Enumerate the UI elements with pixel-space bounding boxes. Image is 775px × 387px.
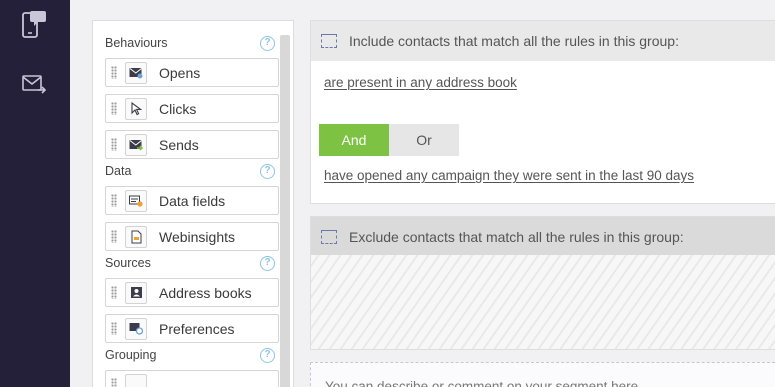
section-title: Data xyxy=(105,164,132,178)
item-label: Opens xyxy=(159,64,201,81)
item-label: Address books xyxy=(159,284,252,301)
email-send-icon xyxy=(22,75,47,94)
toggle-and-button[interactable]: And xyxy=(319,124,389,156)
drag-handle-icon[interactable] xyxy=(106,187,122,214)
palette-item-address-books[interactable]: Address books xyxy=(105,278,279,307)
palette-scrollbar[interactable] xyxy=(280,35,290,387)
help-icon[interactable]: ? xyxy=(260,36,275,51)
mobile-sms-icon xyxy=(22,11,46,38)
toggle-or-button[interactable]: Or xyxy=(389,124,459,156)
palette-item-data-fields[interactable]: Data fields xyxy=(105,186,279,215)
section-sources: Sources ? xyxy=(105,252,279,274)
drag-handle-icon[interactable] xyxy=(106,95,122,122)
help-icon[interactable]: ? xyxy=(260,256,275,271)
palette-item-sends[interactable]: Sends xyxy=(105,130,279,159)
section-title: Sources xyxy=(105,256,151,270)
rule-opened-campaign-link[interactable]: have opened any campaign they were sent … xyxy=(324,168,694,183)
exclude-group-header: Exclude contacts that match all the rule… xyxy=(311,217,775,257)
rule-palette: Behaviours ? Opens Clicks Sends Data ? D… xyxy=(92,20,294,387)
palette-item-webinsights[interactable]: Webinsights xyxy=(105,222,279,251)
item-label: Webinsights xyxy=(159,228,236,245)
email-send-icon xyxy=(125,133,147,156)
palette-item-opens[interactable]: Opens xyxy=(105,58,279,87)
include-group-title: Include contacts that match all the rule… xyxy=(349,33,679,49)
exclude-group-title: Exclude contacts that match all the rule… xyxy=(349,229,684,245)
help-icon[interactable]: ? xyxy=(260,164,275,179)
nav-sms-button[interactable] xyxy=(18,8,50,40)
address-book-icon xyxy=(125,281,147,304)
comment-placeholder: You can describe or comment on your segm… xyxy=(325,379,639,387)
segment-comment-box[interactable]: You can describe or comment on your segm… xyxy=(310,362,775,387)
help-icon[interactable]: ? xyxy=(260,348,275,363)
include-group: Include contacts that match all the rule… xyxy=(310,20,775,204)
section-title: Grouping xyxy=(105,348,157,362)
left-nav xyxy=(0,0,70,387)
include-group-header: Include contacts that match all the rule… xyxy=(311,21,775,61)
nav-email-button[interactable] xyxy=(18,68,50,100)
data-fields-icon xyxy=(125,189,147,212)
drag-handle-icon[interactable] xyxy=(106,371,122,387)
cursor-click-icon xyxy=(125,97,147,120)
section-title: Behaviours xyxy=(105,36,168,50)
group-box-icon xyxy=(321,34,337,48)
palette-item-grouping[interactable] xyxy=(105,370,279,387)
and-or-toggle: And Or xyxy=(319,124,459,156)
palette-item-preferences[interactable]: Preferences xyxy=(105,314,279,343)
rule-address-book-link[interactable]: are present in any address book xyxy=(324,75,517,90)
item-label: Preferences xyxy=(159,320,235,337)
group-box-icon xyxy=(321,230,337,244)
section-behaviours: Behaviours ? xyxy=(105,32,279,54)
exclude-group: Exclude contacts that match all the rule… xyxy=(310,216,775,350)
drag-handle-icon[interactable] xyxy=(106,59,122,86)
item-label: Sends xyxy=(159,136,199,153)
item-label: Data fields xyxy=(159,192,226,209)
preferences-icon xyxy=(125,317,147,340)
palette-item-clicks[interactable]: Clicks xyxy=(105,94,279,123)
drag-handle-icon[interactable] xyxy=(106,131,122,158)
drag-handle-icon[interactable] xyxy=(106,223,122,250)
section-grouping: Grouping ? xyxy=(105,344,279,366)
drag-handle-icon[interactable] xyxy=(106,279,122,306)
section-data: Data ? xyxy=(105,160,279,182)
document-icon xyxy=(125,225,147,248)
palette-list: Behaviours ? Opens Clicks Sends Data ? D… xyxy=(105,21,279,387)
drag-handle-icon[interactable] xyxy=(106,315,122,342)
exclude-drop-zone[interactable] xyxy=(311,255,775,349)
group-icon xyxy=(125,373,147,387)
email-open-icon xyxy=(125,61,147,84)
item-label: Clicks xyxy=(159,100,197,117)
